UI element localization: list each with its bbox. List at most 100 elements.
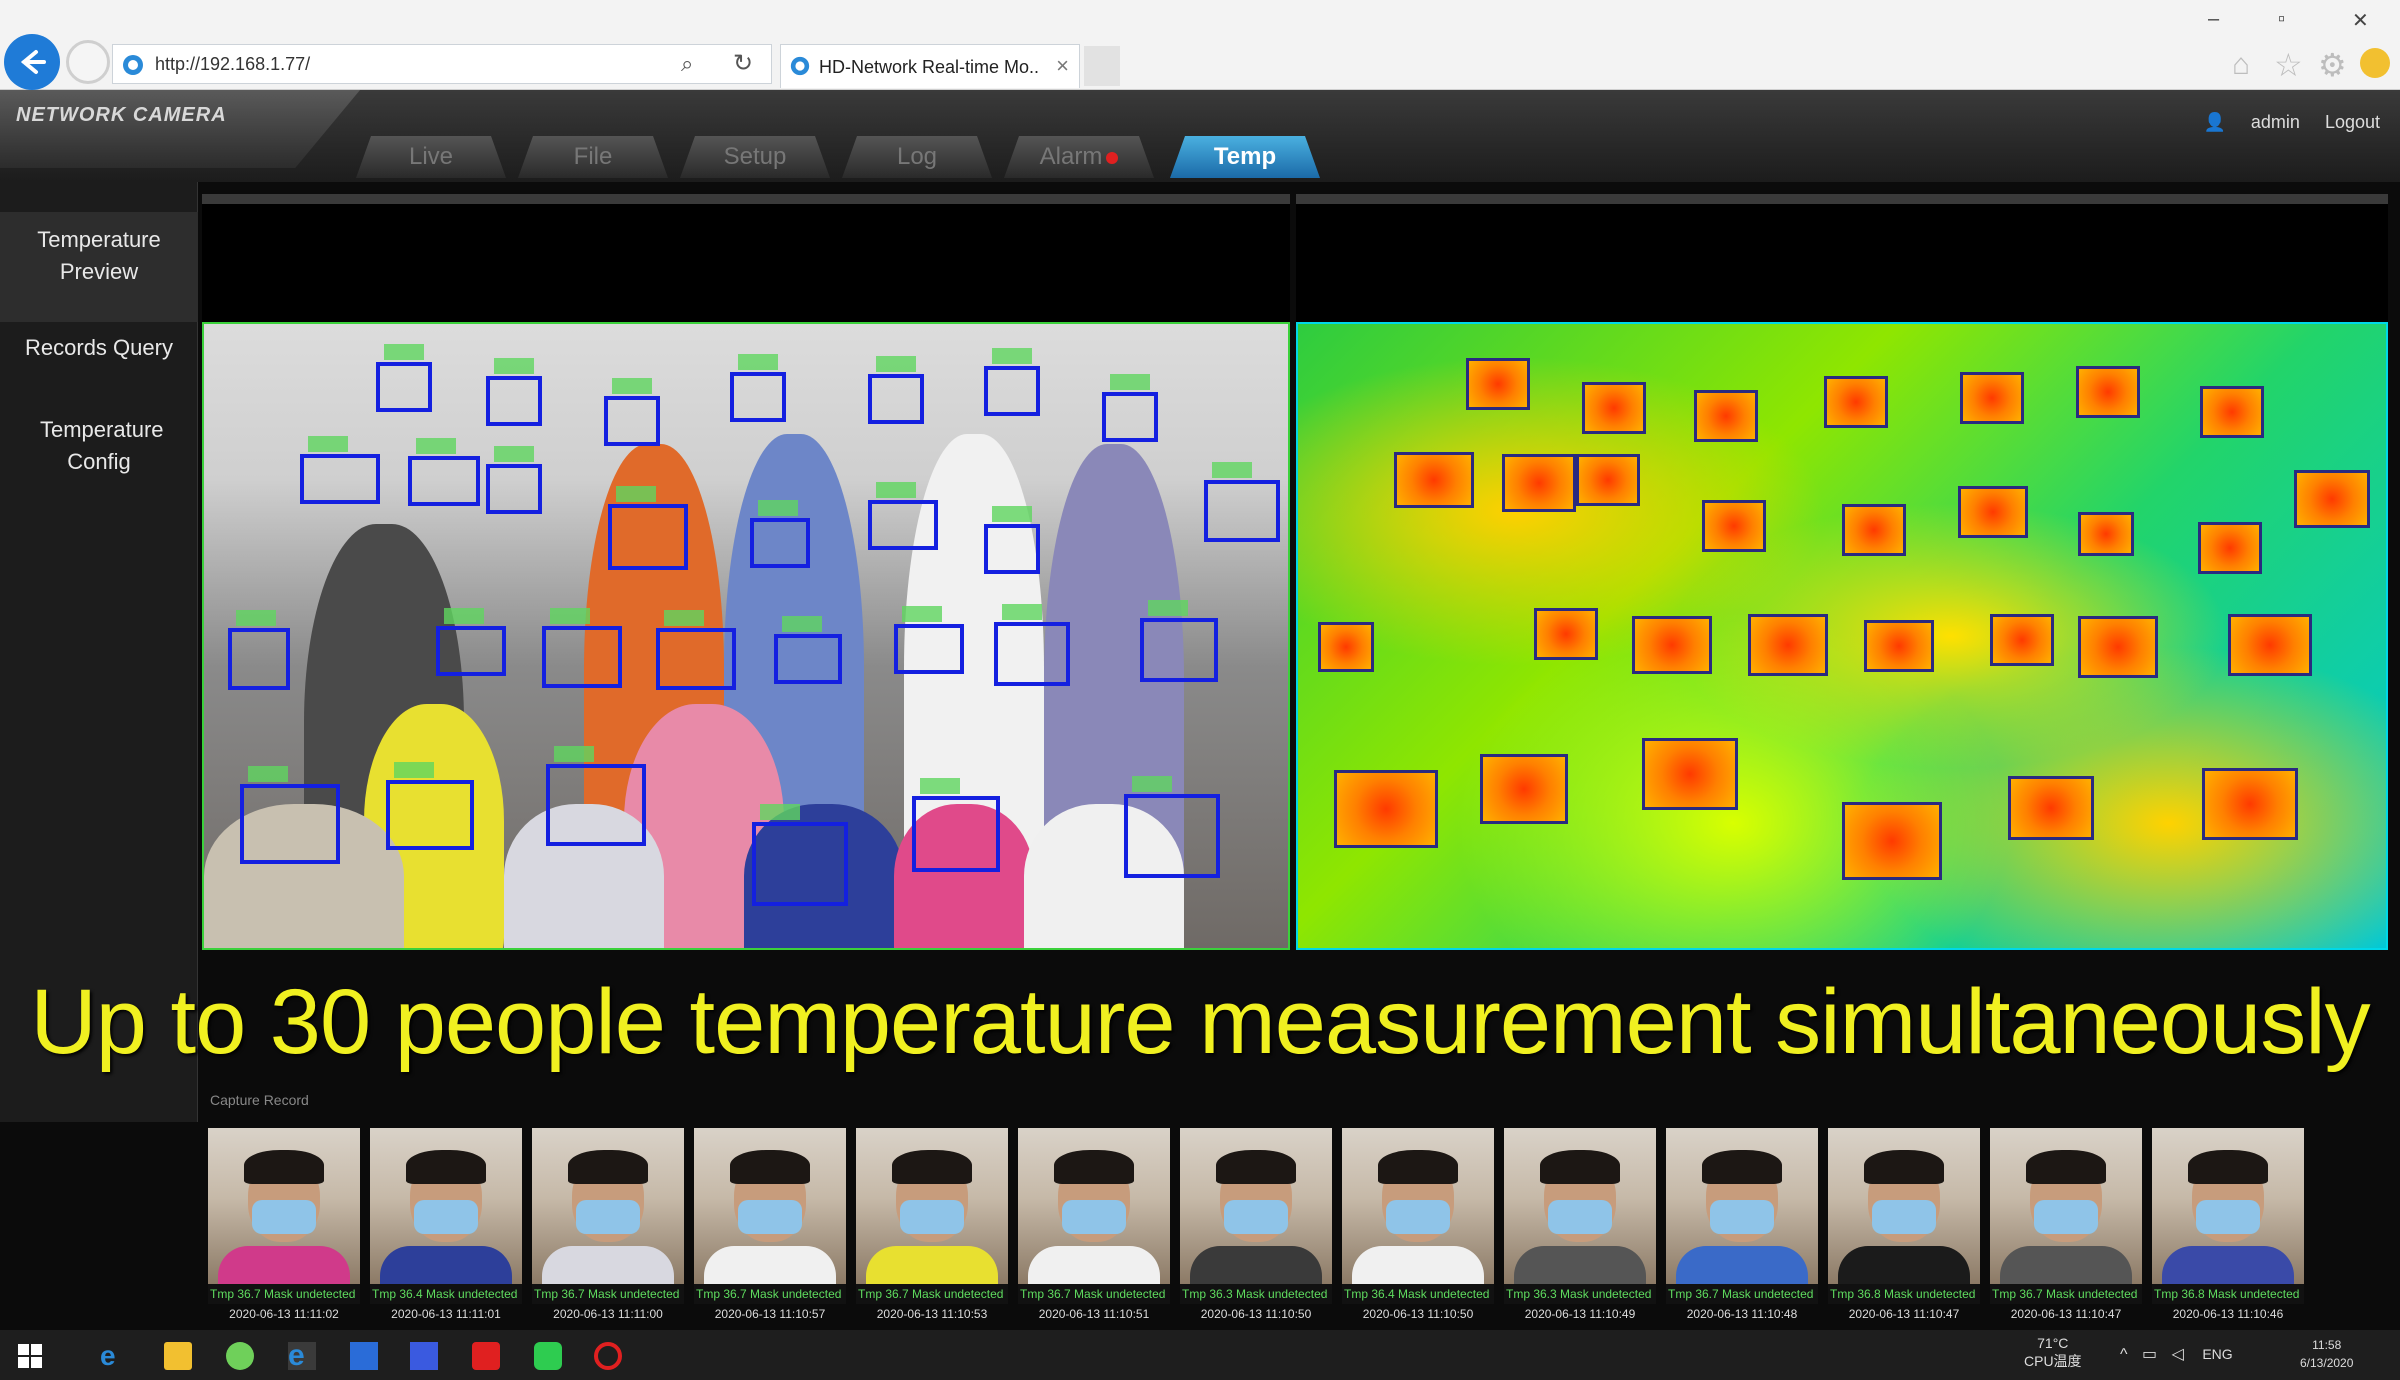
menu-item-temperature-preview[interactable]: Temperature Preview bbox=[0, 212, 198, 322]
address-bar[interactable]: http://192.168.1.77/ ⌕ ↻ bbox=[112, 44, 772, 84]
hair bbox=[892, 1150, 972, 1184]
menu-item-records-query[interactable]: Records Query bbox=[0, 332, 198, 364]
thermal-video-panel[interactable] bbox=[1296, 194, 2388, 950]
captured-face-image bbox=[1342, 1128, 1494, 1286]
face-detection-box bbox=[730, 354, 786, 422]
face-detection-box bbox=[542, 608, 622, 688]
tab-live[interactable]: Live bbox=[356, 136, 506, 178]
menu-item-temperature-config[interactable]: Temperature Config bbox=[0, 414, 198, 478]
capture-thumbnail[interactable]: Tmp 36.8 Mask undetected 2020-06-13 11:10… bbox=[2152, 1128, 2304, 1328]
capture-thumbnail[interactable]: Tmp 36.7 Mask undetected 2020-06-13 11:10… bbox=[1018, 1128, 1170, 1328]
tab-log[interactable]: Log bbox=[842, 136, 992, 178]
captured-face-image bbox=[1828, 1128, 1980, 1286]
shirt bbox=[704, 1246, 836, 1286]
capture-thumbnail[interactable]: Tmp 36.7 Mask undetected 2020-06-13 11:10… bbox=[856, 1128, 1008, 1328]
tab-temp[interactable]: Temp bbox=[1170, 136, 1320, 178]
search-icon[interactable]: ⌕ bbox=[681, 51, 693, 77]
mask bbox=[1062, 1200, 1126, 1234]
thermal-face-box bbox=[1534, 608, 1598, 660]
capture-record-strip[interactable]: Tmp 36.7 Mask undetected 2020-06-13 11:11… bbox=[208, 1128, 2358, 1328]
app-header: NETWORK CAMERA Live File Setup Log Alarm… bbox=[0, 90, 2400, 182]
lang-label[interactable]: ENG bbox=[2202, 1346, 2232, 1362]
browser-tab[interactable]: HD-Network Real-time Mo... × bbox=[780, 44, 1080, 88]
capture-thumbnail[interactable]: Tmp 36.4 Mask undetected 2020-06-13 11:11… bbox=[370, 1128, 522, 1328]
capture-record-label: Capture Record bbox=[210, 1092, 309, 1108]
thermal-face-box bbox=[2198, 522, 2262, 574]
username: admin bbox=[2250, 112, 2300, 132]
capture-thumbnail[interactable]: Tmp 36.7 Mask undetected 2020-06-13 11:10… bbox=[1990, 1128, 2142, 1328]
mask bbox=[1872, 1200, 1936, 1234]
internet-explorer-icon[interactable]: e bbox=[288, 1341, 316, 1371]
browser-toolbar: http://192.168.1.77/ ⌕ ↻ HD-Network Real… bbox=[0, 0, 2400, 90]
face-detection-box bbox=[604, 378, 660, 446]
pdf-icon[interactable] bbox=[472, 1342, 500, 1370]
capture-time: 2020-06-13 11:10:47 bbox=[1848, 1307, 1960, 1321]
edge-icon[interactable]: e bbox=[100, 1342, 128, 1370]
face-detection-box bbox=[868, 482, 938, 550]
capture-info: Tmp 36.7 Mask undetected bbox=[1666, 1284, 1818, 1304]
capture-thumbnail[interactable]: Tmp 36.4 Mask undetected 2020-06-13 11:10… bbox=[1342, 1128, 1494, 1328]
capture-info: Tmp 36.7 Mask undetected bbox=[1990, 1284, 2142, 1304]
mask bbox=[900, 1200, 964, 1234]
refresh-icon[interactable]: ↻ bbox=[733, 49, 753, 78]
browser-icon[interactable] bbox=[226, 1342, 254, 1370]
capture-thumbnail[interactable]: Tmp 36.7 Mask undetected 2020-06-13 11:11… bbox=[532, 1128, 684, 1328]
close-window-button[interactable]: ✕ bbox=[2352, 8, 2369, 33]
capture-time: 2020-06-13 11:10:57 bbox=[714, 1307, 826, 1321]
tab-setup[interactable]: Setup bbox=[680, 136, 830, 178]
thermal-face-box bbox=[2294, 470, 2370, 528]
mask bbox=[738, 1200, 802, 1234]
thermal-face-box bbox=[2202, 768, 2298, 840]
face-detection-box bbox=[1124, 776, 1220, 878]
feedback-smiley-icon[interactable] bbox=[2360, 48, 2390, 78]
face-detection-box bbox=[608, 486, 688, 570]
record-icon[interactable] bbox=[594, 1342, 622, 1370]
shirt bbox=[380, 1246, 512, 1286]
face-detection-box bbox=[228, 610, 290, 690]
close-tab-icon[interactable]: × bbox=[1056, 53, 1069, 79]
volume-icon[interactable]: ◁ bbox=[2172, 1346, 2184, 1363]
thermal-face-box bbox=[2078, 512, 2134, 556]
thermal-face-box bbox=[1748, 614, 1828, 676]
forward-button[interactable] bbox=[66, 40, 110, 84]
capture-thumbnail[interactable]: Tmp 36.3 Mask undetected 2020-06-13 11:10… bbox=[1180, 1128, 1332, 1328]
new-tab-button[interactable] bbox=[1084, 46, 1120, 86]
store-icon[interactable] bbox=[350, 1342, 378, 1370]
captured-face-image bbox=[856, 1128, 1008, 1286]
capture-thumbnail[interactable]: Tmp 36.3 Mask undetected 2020-06-13 11:10… bbox=[1504, 1128, 1656, 1328]
tab-file[interactable]: File bbox=[518, 136, 668, 178]
capture-thumbnail[interactable]: Tmp 36.7 Mask undetected 2020-06-13 11:10… bbox=[694, 1128, 846, 1328]
capture-thumbnail[interactable]: Tmp 36.7 Mask undetected 2020-06-13 11:10… bbox=[1666, 1128, 1818, 1328]
wechat-icon[interactable] bbox=[534, 1342, 562, 1370]
taskbar-clock[interactable]: 11:58 6/13/2020 bbox=[2300, 1336, 2353, 1372]
thermal-face-box bbox=[1958, 486, 2028, 538]
app-icon[interactable] bbox=[410, 1342, 438, 1370]
tray-arrow-icon[interactable]: ^ bbox=[2120, 1346, 2128, 1363]
thermal-camera-feed bbox=[1296, 322, 2388, 950]
logout-link[interactable]: Logout bbox=[2325, 112, 2380, 132]
cpu-temp-widget[interactable]: 71°C CPU温度 bbox=[2024, 1334, 2082, 1370]
capture-thumbnail[interactable]: Tmp 36.8 Mask undetected 2020-06-13 11:10… bbox=[1828, 1128, 1980, 1328]
network-icon[interactable]: ▭ bbox=[2142, 1346, 2157, 1363]
visible-video-panel[interactable] bbox=[202, 194, 1290, 950]
maximize-button[interactable]: ▫ bbox=[2278, 8, 2285, 31]
panel-status-strip bbox=[202, 194, 1290, 204]
minimize-button[interactable]: – bbox=[2208, 8, 2219, 31]
file-explorer-icon[interactable] bbox=[164, 1342, 192, 1370]
mask bbox=[414, 1200, 478, 1234]
tab-alarm[interactable]: Alarm bbox=[1004, 136, 1154, 178]
system-tray[interactable]: ^ ▭ ◁ ENG bbox=[2120, 1344, 2233, 1364]
hair bbox=[2026, 1150, 2106, 1184]
hair bbox=[1540, 1150, 1620, 1184]
face-detection-box bbox=[436, 608, 506, 676]
favorites-star-icon[interactable]: ☆ bbox=[2274, 46, 2303, 84]
capture-thumbnail[interactable]: Tmp 36.7 Mask undetected 2020-06-13 11:11… bbox=[208, 1128, 360, 1328]
hair bbox=[1378, 1150, 1458, 1184]
back-button[interactable] bbox=[4, 34, 60, 90]
capture-time: 2020-06-13 11:10:50 bbox=[1200, 1307, 1312, 1321]
windows-start-icon[interactable] bbox=[16, 1342, 44, 1370]
gear-icon[interactable]: ⚙ bbox=[2318, 46, 2347, 84]
mask bbox=[1710, 1200, 1774, 1234]
home-icon[interactable]: ⌂ bbox=[2232, 48, 2250, 82]
tab-live-label: Live bbox=[408, 143, 454, 170]
